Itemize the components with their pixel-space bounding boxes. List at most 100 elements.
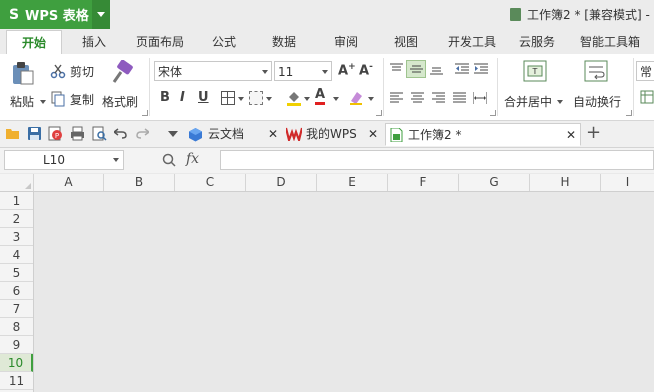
- undo-icon[interactable]: [114, 127, 127, 139]
- print-preview-icon[interactable]: [92, 126, 107, 141]
- distributed-align-icon[interactable]: [473, 92, 487, 104]
- italic-button[interactable]: I: [180, 90, 185, 105]
- clear-format-icon[interactable]: [348, 89, 364, 105]
- font-color-button[interactable]: A: [315, 88, 326, 105]
- cell-grid[interactable]: [34, 192, 654, 392]
- column-header[interactable]: G: [459, 174, 530, 191]
- separator: [149, 58, 150, 116]
- table-icon: [640, 90, 654, 104]
- tab-home[interactable]: 开始: [6, 30, 62, 56]
- zoom-search-icon[interactable]: [162, 153, 176, 167]
- increase-indent-icon[interactable]: [474, 63, 488, 75]
- align-bottom-icon[interactable]: [430, 63, 443, 75]
- tab-formulas[interactable]: 公式: [204, 30, 244, 54]
- underline-button[interactable]: U: [198, 90, 209, 105]
- cut-button[interactable]: 剪切: [50, 62, 94, 80]
- insert-function-button[interactable]: fx: [186, 151, 199, 167]
- decrease-indent-icon[interactable]: [455, 63, 469, 75]
- tab-page-layout[interactable]: 页面布局: [130, 30, 190, 54]
- app-menu-button[interactable]: S WPS 表格: [0, 0, 110, 29]
- chevron-down-icon[interactable]: [368, 97, 374, 101]
- export-pdf-icon[interactable]: P: [48, 126, 63, 141]
- doc-tab-label: 我的WPS: [306, 127, 357, 141]
- doc-tab-my-wps[interactable]: 我的WPS ✕: [286, 123, 382, 146]
- row-header[interactable]: 11: [0, 372, 33, 390]
- font-name-select[interactable]: 宋体: [154, 61, 272, 81]
- tab-review[interactable]: 审阅: [326, 30, 366, 54]
- merge-center-button[interactable]: T 合并居中: [504, 60, 566, 116]
- save-icon[interactable]: [28, 127, 41, 140]
- document-icon: [510, 8, 521, 21]
- chevron-down-icon[interactable]: [333, 97, 339, 101]
- copy-button[interactable]: 复制: [50, 90, 94, 108]
- chevron-down-icon[interactable]: [113, 158, 119, 162]
- chevron-down-icon[interactable]: [40, 100, 46, 104]
- column-header[interactable]: H: [530, 174, 601, 191]
- cell-name-box[interactable]: L10: [4, 150, 124, 170]
- decrease-font-size-icon[interactable]: A-: [359, 62, 373, 78]
- select-all-corner[interactable]: [0, 174, 34, 191]
- chevron-down-icon[interactable]: [266, 97, 272, 101]
- borders-icon[interactable]: [221, 91, 235, 105]
- tab-developer[interactable]: 开发工具: [442, 30, 502, 54]
- row-header[interactable]: 6: [0, 282, 33, 300]
- increase-font-size-icon[interactable]: A+: [338, 62, 356, 78]
- font-size-select[interactable]: 11: [274, 61, 332, 81]
- row-header[interactable]: 2: [0, 210, 33, 228]
- fill-color-icon[interactable]: [286, 90, 302, 106]
- paste-button[interactable]: 粘贴: [10, 60, 46, 116]
- column-header[interactable]: I: [601, 174, 654, 191]
- redo-icon[interactable]: [136, 127, 149, 139]
- row-header[interactable]: 1: [0, 192, 33, 210]
- bold-button[interactable]: B: [160, 90, 170, 105]
- cell-fill-pattern-icon[interactable]: [249, 91, 263, 105]
- app-menu-dropdown[interactable]: [92, 0, 110, 29]
- wps-w-icon: [286, 127, 302, 141]
- row-header-selected[interactable]: 10: [0, 354, 33, 372]
- wrap-text-button[interactable]: 自动换行: [572, 60, 624, 116]
- row-header[interactable]: 8: [0, 318, 33, 336]
- align-right-icon[interactable]: [432, 92, 445, 104]
- tab-data[interactable]: 数据: [264, 30, 304, 54]
- align-middle-button[interactable]: [406, 60, 426, 78]
- number-format-select[interactable]: 常: [636, 61, 654, 81]
- chevron-down-icon[interactable]: [304, 97, 310, 101]
- format-painter-button[interactable]: 格式刷: [102, 59, 140, 116]
- tab-smart-toolbox[interactable]: 智能工具箱: [574, 30, 646, 54]
- row-header[interactable]: 4: [0, 246, 33, 264]
- row-header[interactable]: 3: [0, 228, 33, 246]
- chevron-down-icon[interactable]: [557, 100, 563, 104]
- chevron-down-icon[interactable]: [168, 131, 178, 137]
- formula-input[interactable]: [220, 150, 654, 170]
- font-launcher[interactable]: [376, 110, 382, 116]
- close-icon[interactable]: ✕: [368, 123, 378, 146]
- row-header[interactable]: 7: [0, 300, 33, 318]
- doc-tab-workbook2[interactable]: 工作簿2 * ✕: [385, 123, 581, 146]
- chevron-down-icon[interactable]: [238, 97, 244, 101]
- column-header[interactable]: D: [246, 174, 317, 191]
- tab-cloud-services[interactable]: 云服务: [512, 30, 562, 54]
- open-folder-icon[interactable]: [6, 127, 20, 140]
- tab-view[interactable]: 视图: [386, 30, 426, 54]
- tab-insert[interactable]: 插入: [72, 30, 116, 54]
- column-header[interactable]: A: [34, 174, 104, 191]
- column-header[interactable]: F: [388, 174, 459, 191]
- column-header[interactable]: C: [175, 174, 246, 191]
- row-header[interactable]: 9: [0, 336, 33, 354]
- doc-tab-cloud[interactable]: 云文档 ✕: [186, 123, 282, 146]
- print-icon[interactable]: [70, 126, 85, 141]
- row-header[interactable]: 5: [0, 264, 33, 282]
- alignment-launcher[interactable]: [490, 110, 496, 116]
- column-header[interactable]: B: [104, 174, 175, 191]
- justify-icon[interactable]: [453, 92, 466, 104]
- currency-format-icon[interactable]: [640, 90, 654, 104]
- new-tab-plus-icon[interactable]: +: [586, 122, 601, 143]
- align-center-icon[interactable]: [411, 92, 424, 104]
- close-icon[interactable]: ✕: [268, 123, 278, 146]
- wrap-launcher[interactable]: [626, 110, 632, 116]
- align-top-icon[interactable]: [390, 63, 403, 75]
- column-header[interactable]: E: [317, 174, 388, 191]
- clipboard-launcher[interactable]: [142, 110, 148, 116]
- align-left-icon[interactable]: [390, 92, 403, 104]
- close-icon[interactable]: ✕: [566, 124, 576, 147]
